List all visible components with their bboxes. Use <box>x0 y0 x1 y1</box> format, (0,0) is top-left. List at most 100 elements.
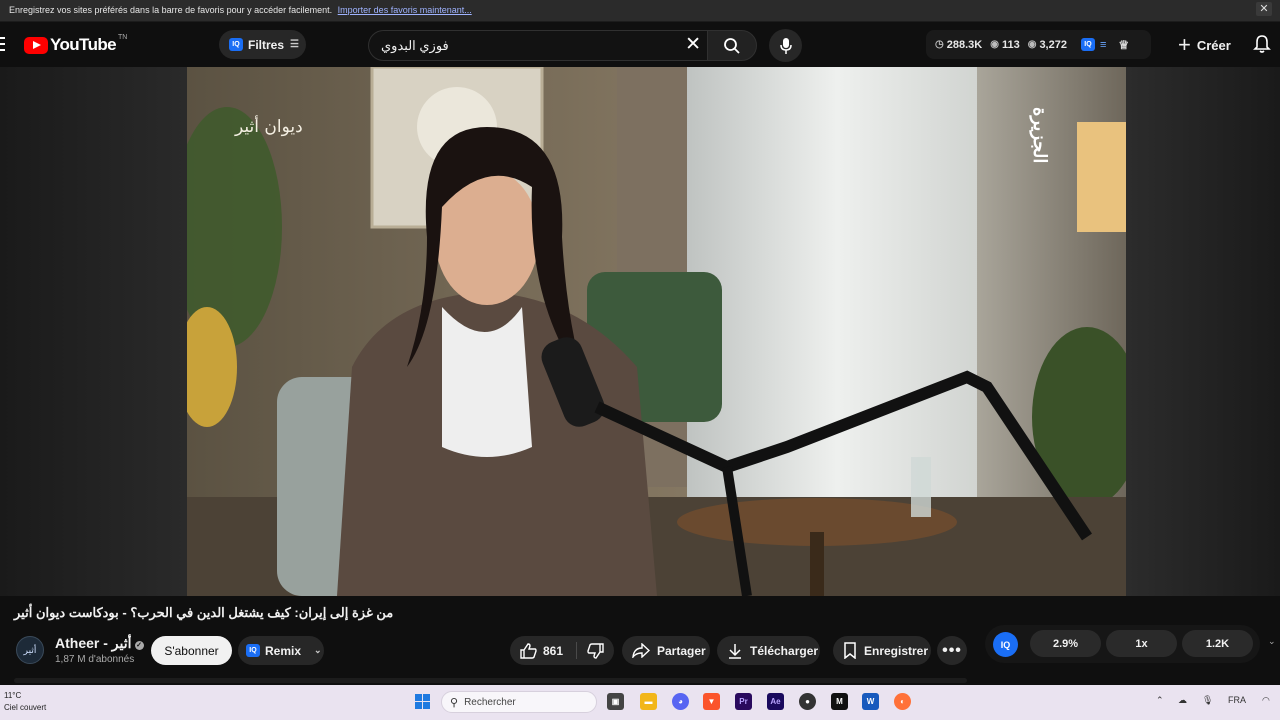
chevron-up-icon[interactable]: ⌃ <box>1156 695 1164 706</box>
bookmark-bar-message: Enregistrez vos sites préférés dans la b… <box>9 5 333 15</box>
player-ambient-left <box>0 67 187 596</box>
share-icon <box>632 643 650 658</box>
save-button[interactable]: Enregistrer <box>833 636 931 665</box>
stat-value: 113 <box>1001 38 1020 51</box>
avatar-text: أثير <box>23 644 37 655</box>
verified-icon: ✓ <box>134 641 144 650</box>
filters-label: Filtres <box>248 37 285 52</box>
menu-icon[interactable] <box>0 37 6 51</box>
youtube-play-icon <box>24 36 48 54</box>
search-icon <box>724 37 740 54</box>
voice-search-button[interactable] <box>769 29 802 62</box>
chevron-down-icon: ⌄ <box>314 645 322 655</box>
weather-widget[interactable]: 11°C Ciel couvert <box>4 690 46 714</box>
stat-item: ◉ 113 <box>990 39 1019 51</box>
video-scene-image <box>187 67 1126 596</box>
firefox-icon[interactable]: ◐ <box>894 693 911 710</box>
thumbs-up-icon <box>520 642 537 659</box>
import-favorites-link[interactable]: Importer des favoris maintenant... <box>338 5 472 15</box>
close-icon: ✕ <box>1259 3 1269 15</box>
stat-item: ◉ 3,272 <box>1028 39 1067 51</box>
iq-logo-icon[interactable]: IQ <box>993 632 1018 657</box>
language-indicator[interactable]: FRA <box>1228 695 1246 705</box>
iq-engagement-stat[interactable]: 2.9% <box>1030 630 1101 657</box>
video-frame[interactable]: ديوان أثير الجزيرة <box>187 67 1126 596</box>
clock-icon: ◷ <box>935 39 944 50</box>
iq-icon: IQ <box>229 38 243 51</box>
obs-icon[interactable]: ● <box>799 693 816 710</box>
task-view-icon[interactable]: ▣ <box>607 693 624 710</box>
premiere-icon[interactable]: Pr <box>735 693 752 710</box>
bookmark-bar: Enregistrez vos sites préférés dans la b… <box>0 0 1280 22</box>
download-icon <box>729 643 741 659</box>
taskbar-search[interactable]: ⚲ Rechercher <box>441 691 597 713</box>
brave-icon[interactable]: ▼ <box>703 693 720 710</box>
bookmark-bar-close-button[interactable]: ✕ <box>1256 2 1272 16</box>
stat-value: 288.3K <box>946 38 983 51</box>
iq-multiplier-stat[interactable]: 1x <box>1106 630 1177 657</box>
filters-button[interactable]: IQ Filtres ☰ <box>219 30 306 59</box>
microphone-icon[interactable]: 🎙 <box>1202 695 1213 706</box>
channel-name[interactable]: Atheer - أثير ✓ <box>55 635 144 652</box>
clear-search-icon[interactable]: ✕ <box>685 35 701 55</box>
create-button[interactable]: + Créer <box>1170 30 1240 60</box>
masthead: YouTube TN IQ Filtres ☰ فوزي البدوي ✕ ◷ … <box>0 22 1280 67</box>
temperature: 11°C <box>4 691 22 700</box>
extension-stats-bar[interactable]: ◷ 288.3K ◉ 113 ◉ 3,272 IQ ≡ ♕ <box>926 30 1151 59</box>
more-icon: ••• <box>942 641 962 659</box>
discord-icon[interactable]: ◕ <box>672 693 689 710</box>
chevron-down-icon[interactable]: ⌄ <box>1268 636 1276 647</box>
search-icon: ⚲ <box>450 696 459 709</box>
iq-count-stat[interactable]: 1.2K <box>1182 630 1253 657</box>
channel-avatar[interactable]: أثير <box>16 636 44 664</box>
podcast-watermark: ديوان أثير <box>235 117 303 137</box>
thumbs-down-icon <box>587 642 604 659</box>
windows-taskbar: 11°C Ciel couvert ⚲ Rechercher ▣ ▬ ◕ ▼ P… <box>0 685 1280 720</box>
capcut-icon[interactable]: M <box>831 693 848 710</box>
trophy-icon[interactable]: ♕ <box>1118 38 1129 52</box>
weather-condition: Ciel couvert <box>4 703 47 712</box>
download-label: Télécharger <box>750 643 819 658</box>
word-icon[interactable]: W <box>862 693 879 710</box>
list-icon[interactable]: ≡ <box>1100 39 1106 51</box>
wifi-icon[interactable]: ◠ <box>1262 695 1270 706</box>
share-label: Partager <box>657 643 706 658</box>
player-ambient-right <box>1126 67 1280 596</box>
subscriber-count: 1,87 M d'abonnés <box>55 654 135 665</box>
eye-icon: ◉ <box>1027 39 1037 50</box>
share-button[interactable]: Partager <box>622 636 710 665</box>
description-box-edge <box>14 678 967 683</box>
file-explorer-icon[interactable]: ▬ <box>640 693 657 710</box>
video-player[interactable]: ديوان أثير الجزيرة <box>0 67 1280 596</box>
video-title: من غزة إلى إيران: كيف يشتغل الدين في الح… <box>14 605 394 620</box>
windows-start-icon[interactable] <box>415 694 430 709</box>
remix-button[interactable]: IQ Remix ⌄ <box>238 636 324 665</box>
plus-icon: + <box>1178 32 1191 57</box>
search-query: فوزي البدوي <box>381 38 449 53</box>
stat-value: 3,272 <box>1039 38 1067 51</box>
stat-item: ◷ 288.3K <box>935 39 982 51</box>
bookmark-icon <box>844 642 856 659</box>
dislike-button[interactable] <box>577 636 614 665</box>
search-input[interactable]: فوزي البدوي ✕ <box>368 30 707 61</box>
subscribe-button[interactable]: S'abonner <box>151 636 232 665</box>
after-effects-icon[interactable]: Ae <box>767 693 784 710</box>
iq-label: IQ <box>1000 639 1011 650</box>
country-code: TN <box>118 33 128 41</box>
eye-icon: ◉ <box>990 39 999 50</box>
microphone-icon <box>779 37 792 54</box>
create-label: Créer <box>1196 37 1231 53</box>
like-dislike-group: 861 <box>510 636 614 665</box>
notifications-bell-icon[interactable] <box>1253 34 1271 54</box>
taskbar-search-placeholder: Rechercher <box>464 696 516 708</box>
like-button[interactable]: 861 <box>510 636 576 665</box>
youtube-logo[interactable]: YouTube TN <box>24 33 128 55</box>
iq-stats-panel: IQ 2.9% 1x 1.2K <box>985 625 1260 663</box>
download-button[interactable]: Télécharger <box>717 636 820 665</box>
onedrive-icon[interactable]: ☁ <box>1178 695 1187 706</box>
more-actions-button[interactable]: ••• <box>937 636 967 665</box>
remix-label: Remix <box>265 643 302 658</box>
iq-icon[interactable]: IQ <box>1080 38 1095 51</box>
tune-icon: ☰ <box>290 39 299 50</box>
search-button[interactable] <box>707 30 757 61</box>
